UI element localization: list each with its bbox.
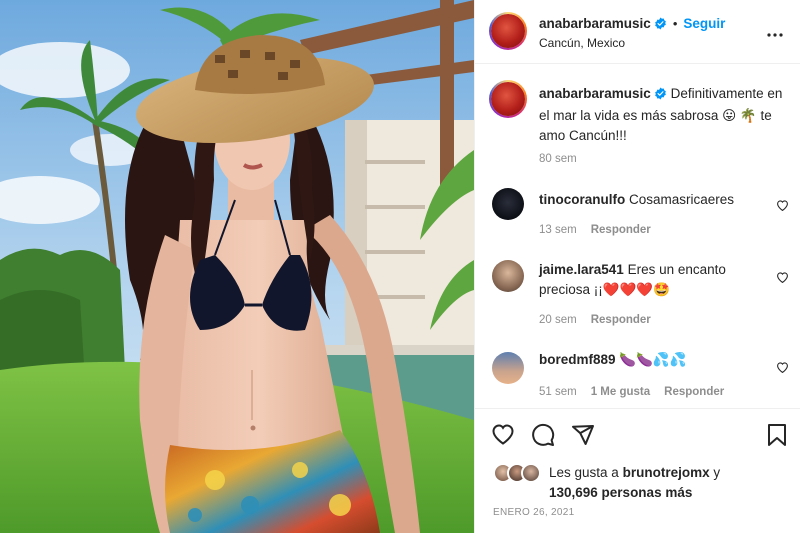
comment-meta: 20 sem Responder — [539, 314, 651, 326]
header-separator: • — [672, 16, 678, 31]
follow-button[interactable]: Seguir — [683, 16, 725, 31]
likes-text: Les gusta a brunotrejomx y — [549, 465, 720, 480]
reply-button[interactable]: Responder — [591, 314, 651, 326]
post-header: anabarbaramusic • Seguir Cancún, Mexico — [475, 0, 800, 64]
author-avatar[interactable] — [489, 12, 527, 50]
comment-heart-icon[interactable] — [776, 198, 789, 214]
caption-body: anabarbaramusic Definitivamente en el ma… — [539, 84, 789, 146]
bookmark-icon[interactable] — [767, 423, 787, 450]
comment-username[interactable]: tinocoranulfo — [539, 192, 625, 207]
comment-heart-icon[interactable] — [776, 360, 789, 376]
caption-author-avatar[interactable] — [489, 80, 527, 118]
caption-time[interactable]: 80 sem — [539, 153, 577, 165]
commenter-avatar[interactable] — [492, 260, 524, 292]
likes-prefix: Les gusta a — [549, 465, 619, 480]
post-photo-illustration — [0, 0, 474, 533]
comment-likes[interactable]: 1 Me gusta — [591, 386, 650, 398]
author-username[interactable]: anabarbaramusic — [539, 16, 651, 31]
verified-badge-icon — [654, 86, 667, 106]
post-photo[interactable] — [0, 0, 474, 533]
post-side-panel: anabarbaramusic • Seguir Cancún, Mexico an… — [474, 0, 800, 533]
liker-username[interactable]: brunotrejomx — [623, 465, 710, 480]
commenter-avatar[interactable] — [492, 352, 524, 384]
comment-text: 🍆🍆💦💦 — [619, 352, 687, 367]
caption-username[interactable]: anabarbaramusic — [539, 86, 651, 101]
share-icon[interactable] — [571, 423, 595, 450]
comment-text: Cosamasricaeres — [629, 192, 735, 207]
comment-username[interactable]: boredmf889 — [539, 352, 616, 367]
post-date[interactable]: ENERO 26, 2021 — [493, 507, 574, 518]
comment-body: tinocoranulfo Cosamasricaeres — [539, 190, 769, 210]
comment-time[interactable]: 20 sem — [539, 314, 577, 326]
commenter-avatar[interactable] — [492, 188, 524, 220]
comment-time[interactable]: 13 sem — [539, 224, 577, 236]
reply-button[interactable]: Responder — [591, 224, 651, 236]
comment-username[interactable]: jaime.lara541 — [539, 262, 624, 277]
comment-time[interactable]: 51 sem — [539, 386, 577, 398]
post-location[interactable]: Cancún, Mexico — [539, 36, 625, 50]
comment-body: jaime.lara541 Eres un encanto preciosa ¡… — [539, 260, 769, 300]
liker-avatar[interactable] — [521, 463, 541, 483]
comment-meta: 51 sem 1 Me gusta Responder — [539, 386, 724, 398]
comment-meta: 13 sem Responder — [539, 224, 651, 236]
likes-count[interactable]: 130,696 personas más — [549, 485, 692, 500]
verified-badge-icon — [654, 17, 667, 33]
post-actions: Les gusta a brunotrejomx y 130,696 perso… — [475, 408, 800, 533]
comment-heart-icon[interactable] — [776, 270, 789, 286]
likes-connector: y — [713, 465, 721, 480]
heart-icon[interactable] — [491, 423, 515, 448]
comment-body: boredmf889 🍆🍆💦💦 — [539, 350, 769, 370]
more-options-icon[interactable] — [767, 24, 783, 40]
header-user-line: anabarbaramusic • Seguir — [539, 15, 725, 33]
comment-icon[interactable] — [531, 423, 555, 450]
reply-button[interactable]: Responder — [664, 386, 724, 398]
post-modal: anabarbaramusic • Seguir Cancún, Mexico an… — [0, 0, 800, 533]
